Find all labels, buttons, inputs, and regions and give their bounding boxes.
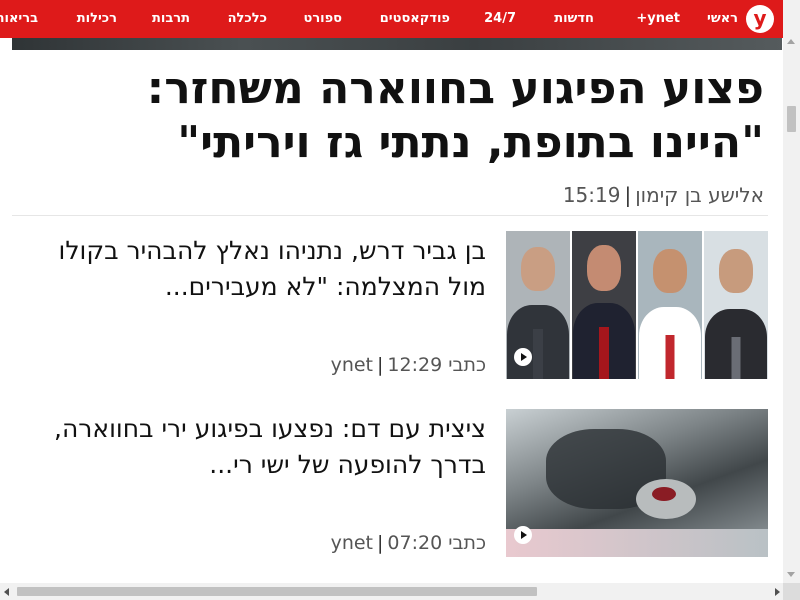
scroll-up-icon[interactable]: [787, 39, 795, 44]
card-thumbnail[interactable]: [506, 231, 768, 379]
nav-item-news[interactable]: חדשות: [554, 0, 594, 38]
play-icon[interactable]: [514, 348, 532, 366]
meta-separator: |: [377, 532, 384, 554]
play-icon[interactable]: [514, 526, 532, 544]
byline-separator: |: [624, 183, 632, 207]
card-thumbnail[interactable]: [506, 409, 768, 557]
scroll-down-icon[interactable]: [787, 572, 795, 577]
scroll-right-icon[interactable]: [775, 588, 780, 596]
portrait-image: [704, 231, 768, 379]
meta-separator: |: [377, 354, 384, 376]
article-card[interactable]: בן גביר דרש, נתניהו נאלץ להבהיר בקולו מו…: [12, 231, 768, 381]
card-time: 12:29: [387, 354, 443, 376]
card-meta: כתבי ynet| 07:20: [331, 532, 486, 554]
scroll-thumb[interactable]: [787, 106, 796, 132]
card-title[interactable]: ציצית עם דם: נפצעו בפיגוע ירי בחווארה, ב…: [16, 411, 486, 483]
nav-item-ynet-plus[interactable]: ynet+: [636, 0, 680, 38]
card-meta: כתבי ynet| 12:29: [331, 354, 486, 376]
nav-item-gossip[interactable]: רכילות: [77, 0, 117, 38]
vertical-scrollbar[interactable]: [783, 0, 800, 583]
top-nav: y ראשי ynet+ חדשות 24/7 פודקאסטים ספורט …: [0, 0, 800, 38]
nav-item-culture[interactable]: תרבות: [152, 0, 190, 38]
nav-item-home[interactable]: ראשי: [707, 0, 738, 38]
article-headline: פצוע הפיגוע בחווארה משחזר: "היינו בתופת,…: [146, 63, 764, 168]
nav-item-economy[interactable]: כלכלה: [228, 0, 267, 38]
portrait-image: [638, 231, 702, 379]
hero-image: [12, 38, 782, 50]
nav-list: ראשי ynet+ חדשות 24/7 פודקאסטים ספורט כל…: [0, 0, 800, 38]
nav-item-health[interactable]: בריאות: [0, 0, 38, 38]
portrait-image: [572, 231, 636, 379]
nav-item-24-7[interactable]: 24/7: [484, 0, 516, 38]
scroll-left-icon[interactable]: [4, 588, 9, 596]
scroll-thumb-horizontal[interactable]: [17, 587, 537, 596]
scrollbar-corner: [783, 583, 800, 600]
horizontal-scrollbar[interactable]: [0, 583, 800, 600]
nav-item-podcasts[interactable]: פודקאסטים: [380, 0, 450, 38]
article-time: 15:19: [562, 183, 621, 207]
card-title[interactable]: בן גביר דרש, נתניהו נאלץ להבהיר בקולו מו…: [16, 233, 486, 305]
article-author[interactable]: אלישע בן קימון: [635, 183, 764, 207]
nav-item-sport[interactable]: ספורט: [303, 0, 342, 38]
article-card[interactable]: ציצית עם דם: נפצעו בפיגוע ירי בחווארה, ב…: [12, 409, 768, 559]
divider: [12, 215, 768, 216]
article-byline: אלישע בן קימון|15:19: [563, 183, 764, 207]
card-time: 07:20: [387, 532, 443, 554]
